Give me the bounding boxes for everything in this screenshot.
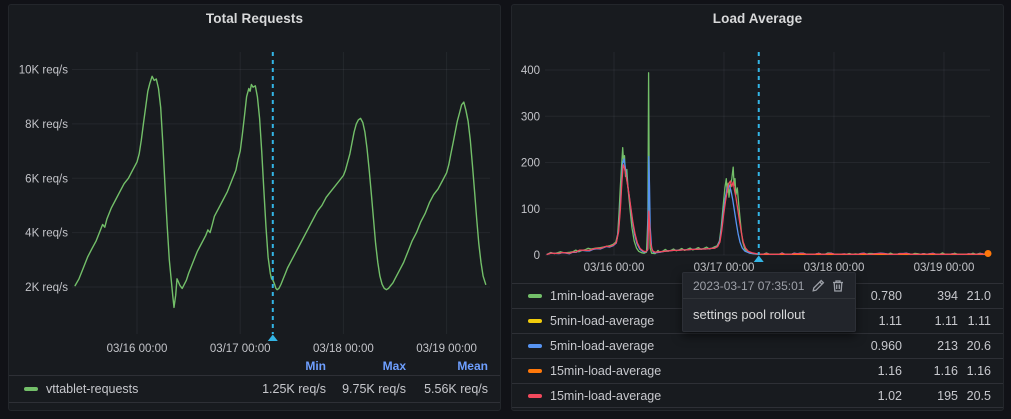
total-requests-chart[interactable]: 2K req/s 4K req/s 6K req/s 8K req/s 10K req/… (9, 5, 500, 410)
series-min: 1.16 (877, 364, 902, 378)
svg-text:6K req/s: 6K req/s (25, 173, 68, 185)
series-mean: 1.11 (967, 314, 991, 328)
series-min: 0.960 (870, 339, 902, 353)
svg-text:03/19 00:00: 03/19 00:00 (914, 262, 975, 274)
svg-text:10K req/s: 10K req/s (19, 65, 68, 77)
series-mean: 20.6 (966, 339, 991, 353)
series-label[interactable]: vttablet-requests (46, 382, 241, 396)
pencil-icon[interactable] (811, 279, 825, 293)
legend-row: 15min-load-average 1.02 195 20.5 (512, 383, 1003, 408)
svg-text:03/16 00:00: 03/16 00:00 (584, 262, 645, 274)
legend-row: 15min-load-average 1.16 1.16 1.16 (512, 358, 1003, 383)
trash-icon[interactable] (831, 279, 845, 293)
svg-text:400: 400 (521, 65, 540, 77)
series-mean: 1.16 (966, 364, 991, 378)
series-max: 394 (937, 289, 958, 303)
panel-load-average: 0 100 200 300 400 03/16 00:00 03/17 00:00 03/18… (511, 4, 1004, 411)
legend-header-max[interactable]: Max (326, 359, 406, 373)
series-min: 1.02 (877, 388, 902, 403)
series-label[interactable]: 15min-load-average (550, 389, 842, 403)
series-swatch (528, 319, 542, 323)
svg-text:200: 200 (521, 158, 540, 170)
series-max: 1.11 (934, 314, 958, 328)
annotation-text: settings pool rollout (693, 307, 806, 322)
panel-total-requests: 2K req/s 4K req/s 6K req/s 8K req/s 10K req/… (8, 4, 501, 411)
svg-text:03/17 00:00: 03/17 00:00 (210, 343, 271, 355)
series-min: 1.25K req/s (262, 382, 326, 396)
legend-total-requests: Min Max Mean vttablet-requests 1.25K req… (9, 357, 500, 403)
svg-text:03/18 00:00: 03/18 00:00 (313, 343, 374, 355)
series-mean: 21.0 (966, 289, 991, 303)
series-mean: 5.56K req/s (424, 382, 488, 396)
panel-title[interactable]: Load Average (512, 11, 1003, 29)
annotation-timestamp: 2023-03-17 07:35:01 (693, 279, 805, 293)
legend-row: vttablet-requests 1.25K req/s 9.75K req/… (9, 375, 500, 403)
svg-text:100: 100 (521, 204, 540, 216)
series-max: 9.75K req/s (342, 382, 406, 396)
series-label[interactable]: 15min-load-average (550, 364, 842, 378)
series-swatch (528, 393, 542, 398)
panel-title[interactable]: Total Requests (9, 11, 500, 29)
series-mean: 20.5 (966, 388, 991, 403)
svg-text:8K req/s: 8K req/s (25, 119, 68, 131)
legend-header-min[interactable]: Min (241, 359, 326, 373)
series-max: 195 (937, 388, 958, 403)
svg-text:0: 0 (534, 250, 540, 262)
series-max: 213 (937, 339, 958, 353)
series-max: 1.16 (933, 364, 958, 378)
svg-text:03/16 00:00: 03/16 00:00 (107, 343, 168, 355)
annotation-tooltip: 2023-03-17 07:35:01 settings pool rollou… (682, 272, 856, 332)
svg-text:2K req/s: 2K req/s (25, 282, 68, 294)
series-swatch (528, 294, 542, 298)
series-swatch (24, 387, 38, 391)
svg-text:03/19 00:00: 03/19 00:00 (416, 343, 477, 355)
series-label[interactable]: 5min-load-average (550, 339, 842, 353)
series-swatch (528, 344, 542, 348)
legend-header-mean[interactable]: Mean (406, 359, 488, 373)
annotation-tooltip-header: 2023-03-17 07:35:01 (683, 273, 855, 299)
legend-row: 5min-load-average 0.960 213 20.6 (512, 333, 1003, 358)
svg-text:4K req/s: 4K req/s (25, 228, 68, 240)
svg-text:300: 300 (521, 111, 540, 123)
legend-header-row: Min Max Mean (9, 357, 500, 375)
series-swatch (528, 369, 542, 373)
